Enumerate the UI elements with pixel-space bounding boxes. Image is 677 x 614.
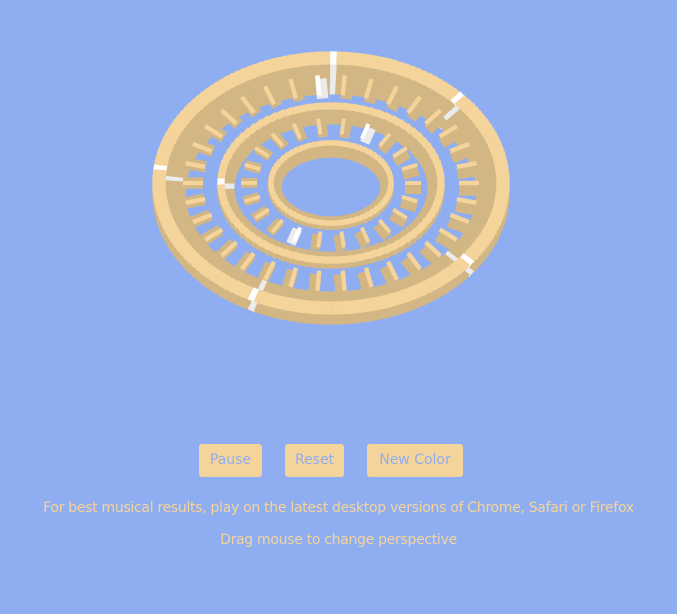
domino-tile [327, 216, 335, 230]
domino-tile [315, 75, 329, 100]
domino-tile [354, 226, 371, 249]
domino-tile [183, 177, 203, 189]
reset-button[interactable]: Reset [285, 444, 344, 477]
domino-tile [333, 231, 346, 252]
domino-tile [266, 217, 284, 237]
domino-tile [401, 162, 420, 180]
drag-instruction-note: Drag mouse to change perspective [220, 532, 457, 548]
domino-tile [242, 192, 261, 207]
domino-tile [244, 159, 263, 174]
app-stage: Pause Reset New Color For best musical r… [0, 0, 677, 614]
domino-tile [399, 195, 418, 213]
domino-tile [286, 226, 302, 246]
domino-tile [323, 291, 333, 325]
domino-tile [405, 181, 421, 194]
domino-tile [254, 144, 274, 162]
domino-tile [270, 131, 289, 151]
domino-tile [334, 250, 345, 269]
pause-button[interactable]: Pause [199, 444, 262, 477]
domino-tile [183, 193, 206, 209]
domino-tile [326, 102, 336, 125]
domino-tile [250, 205, 270, 223]
domino-tile [373, 218, 392, 241]
domino-tile [310, 231, 323, 251]
control-bar: Pause Reset New Color [0, 444, 677, 478]
browser-recommendation-note: For best musical results, play on the la… [43, 500, 634, 516]
domino-tile [388, 207, 408, 228]
domino-tile [326, 251, 336, 269]
domino-tile [317, 250, 328, 269]
new-color-button[interactable]: New Color [367, 444, 463, 477]
domino-ring-visualization[interactable] [0, 0, 677, 420]
domino-tile [241, 178, 257, 188]
domino-tile [459, 180, 479, 196]
